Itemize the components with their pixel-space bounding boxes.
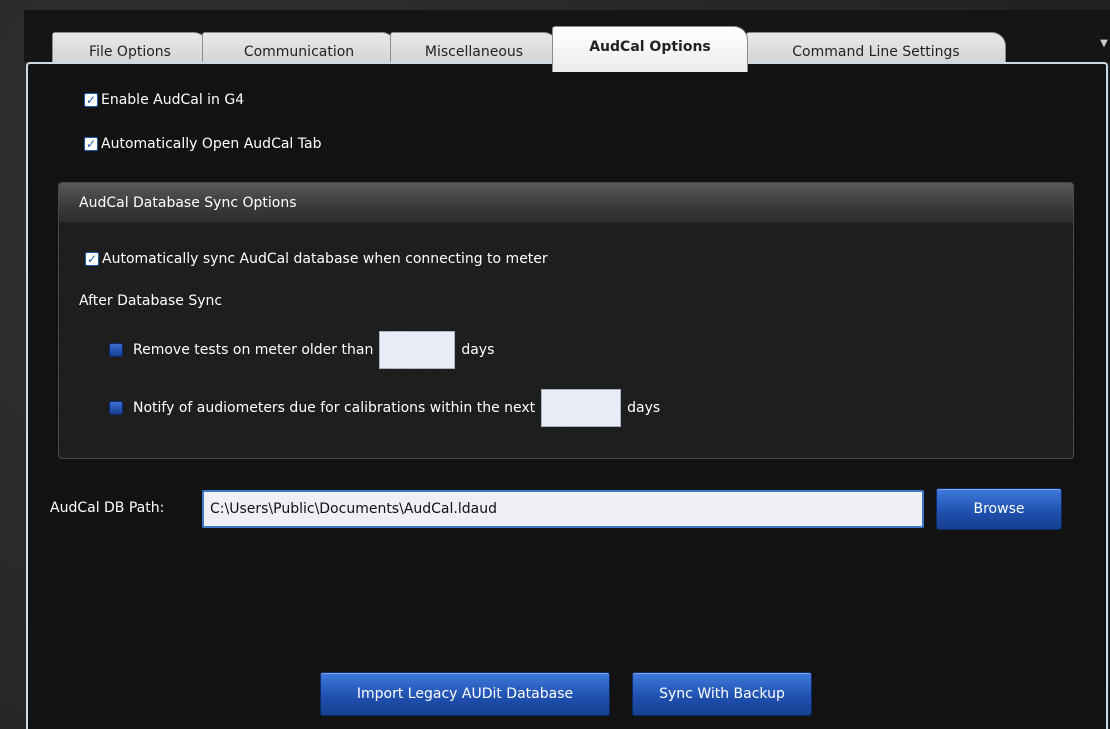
notify-checkbox[interactable] bbox=[109, 401, 123, 415]
tab-label: Command Line Settings bbox=[792, 43, 960, 60]
notify-unit: days bbox=[627, 400, 661, 416]
tab-strip: File Options Communication Miscellaneous… bbox=[24, 10, 1110, 72]
notify-option: Notify of audiometers due for calibratio… bbox=[109, 389, 660, 427]
audcal-options-panel: ✓ Enable AudCal in G4 ✓ Automatically Op… bbox=[26, 62, 1108, 729]
tab-label: AudCal Options bbox=[589, 38, 711, 55]
remove-tests-label: Remove tests on meter older than bbox=[133, 342, 374, 358]
db-path-input[interactable] bbox=[202, 490, 924, 528]
tab-label: Miscellaneous bbox=[424, 43, 524, 60]
enable-audcal-label: Enable AudCal in G4 bbox=[101, 92, 245, 108]
tab-audcal-options[interactable]: AudCal Options bbox=[552, 26, 748, 72]
sync-options-header: AudCal Database Sync Options bbox=[59, 183, 1073, 223]
checkmark-icon[interactable]: ✓ bbox=[84, 137, 98, 151]
remove-tests-checkbox[interactable] bbox=[109, 343, 123, 357]
import-legacy-button[interactable]: Import Legacy AUDit Database bbox=[320, 672, 610, 716]
checkmark-icon[interactable]: ✓ bbox=[84, 93, 98, 107]
chevron-down-icon[interactable]: ▼ bbox=[1096, 36, 1110, 52]
browse-button[interactable]: Browse bbox=[936, 488, 1062, 530]
auto-sync-label: Automatically sync AudCal database when … bbox=[102, 251, 548, 267]
settings-window: File Options Communication Miscellaneous… bbox=[0, 0, 1110, 729]
remove-tests-days-input[interactable] bbox=[379, 331, 456, 369]
sync-with-backup-button[interactable]: Sync With Backup bbox=[632, 672, 812, 716]
after-sync-label: After Database Sync bbox=[79, 293, 223, 309]
auto-open-tab-label: Automatically Open AudCal Tab bbox=[101, 136, 322, 152]
remove-tests-unit: days bbox=[461, 342, 495, 358]
db-path-label: AudCal DB Path: bbox=[50, 500, 165, 516]
checkmark-icon[interactable]: ✓ bbox=[85, 252, 99, 266]
browse-button-label: Browse bbox=[973, 501, 1025, 517]
notify-label: Notify of audiometers due for calibratio… bbox=[133, 400, 536, 416]
tab-label: File Options bbox=[89, 43, 171, 60]
tab-label: Communication bbox=[243, 43, 355, 60]
sync-options-group: AudCal Database Sync Options ✓ Automatic… bbox=[58, 182, 1074, 459]
auto-open-tab-checkbox[interactable]: ✓ Automatically Open AudCal Tab bbox=[84, 136, 321, 152]
notify-days-input[interactable] bbox=[541, 389, 622, 427]
import-legacy-label: Import Legacy AUDit Database bbox=[356, 686, 574, 702]
remove-tests-option: Remove tests on meter older than days bbox=[109, 331, 494, 369]
sync-with-backup-label: Sync With Backup bbox=[659, 686, 785, 702]
enable-audcal-checkbox[interactable]: ✓ Enable AudCal in G4 bbox=[84, 92, 244, 108]
auto-sync-checkbox[interactable]: ✓ Automatically sync AudCal database whe… bbox=[85, 251, 548, 267]
